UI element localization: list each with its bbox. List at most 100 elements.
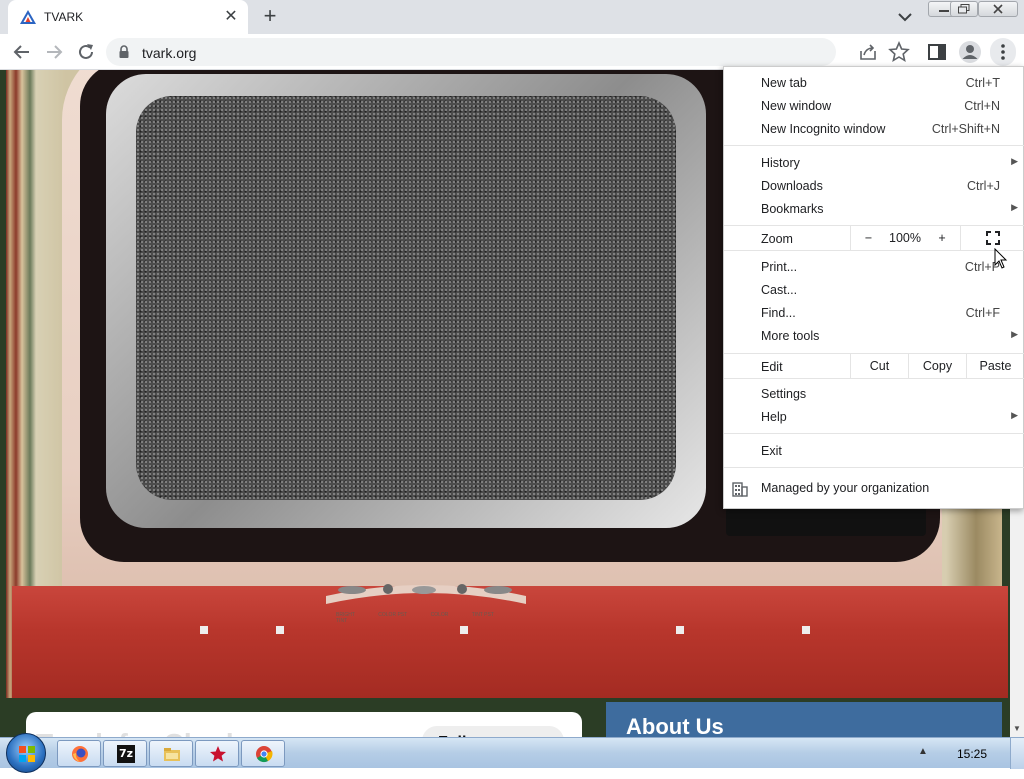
submenu-arrow-icon: ▶ — [1011, 202, 1018, 212]
back-arrow-icon[interactable] — [9, 39, 35, 65]
about-panel: About Us — [606, 702, 1002, 737]
menu-item-cast[interactable]: Cast... — [724, 279, 1024, 302]
submenu-arrow-icon: ▶ — [1011, 156, 1018, 166]
zoom-in-button[interactable]: + — [924, 226, 960, 250]
menu-item-new-tab[interactable]: New tab Ctrl+T — [724, 72, 1024, 95]
tv-side-panel — [726, 506, 926, 536]
menu-item-help[interactable]: Help ▶ — [724, 406, 1024, 429]
follow-button[interactable]: Follow on Twitter — [422, 726, 564, 737]
chrome-icon — [256, 746, 273, 763]
menu-label: More tools — [761, 329, 820, 343]
menu-item-find[interactable]: Find... Ctrl+F — [724, 302, 1024, 325]
fullscreen-button[interactable] — [960, 226, 1024, 250]
menu-label: Zoom — [761, 232, 793, 246]
show-desktop-button[interactable] — [1010, 738, 1024, 769]
red-star-app-icon — [210, 746, 226, 762]
tv-foot — [460, 626, 468, 634]
menu-separator — [724, 433, 1024, 434]
forward-arrow-icon[interactable] — [41, 39, 67, 65]
tv-label-color: COLOR — [430, 612, 449, 618]
menu-label: History — [761, 156, 800, 170]
menu-label: Bookmarks — [761, 202, 824, 216]
menu-item-settings[interactable]: Settings — [724, 383, 1024, 406]
three-dots-vertical-icon — [1001, 44, 1005, 60]
tv-foot — [276, 626, 284, 634]
menu-separator — [724, 145, 1024, 146]
start-button[interactable] — [6, 733, 46, 773]
tab-search-chevron-down-icon[interactable] — [894, 6, 916, 28]
scroll-down-arrow-icon[interactable]: ▼ — [1010, 722, 1024, 736]
menu-label: Help — [761, 410, 787, 424]
mouse-cursor-icon — [994, 248, 1008, 269]
tvark-favicon-icon — [20, 10, 36, 24]
side-panel-icon[interactable] — [927, 42, 947, 62]
cut-button[interactable]: Cut — [850, 354, 908, 378]
menu-label: Print... — [761, 260, 798, 274]
close-icon — [993, 4, 1003, 14]
taskbar-app-chrome[interactable] — [241, 740, 285, 767]
menu-item-new-incognito-window[interactable]: New Incognito window Ctrl+Shift+N — [724, 118, 1024, 141]
tv-foot — [200, 626, 208, 634]
menu-row-zoom: Zoom − 100% + — [724, 226, 1024, 250]
profile-avatar-icon[interactable] — [958, 40, 982, 64]
menu-label: Exit — [761, 444, 782, 458]
submenu-arrow-icon: ▶ — [1011, 329, 1018, 339]
file-explorer-icon — [164, 748, 180, 761]
reload-icon[interactable] — [73, 39, 99, 65]
menu-label: New Incognito window — [761, 122, 886, 136]
new-tab-button[interactable]: + — [258, 4, 282, 28]
lock-icon[interactable] — [118, 45, 130, 59]
brand-card: Tvark for Chad Follow on Twitter — [26, 712, 582, 737]
menu-item-new-window[interactable]: New window Ctrl+N — [724, 95, 1024, 118]
tab-tvark[interactable]: TVARK ✕ — [8, 0, 248, 34]
menu-separator — [724, 250, 1024, 251]
show-hidden-icons-arrow-icon[interactable]: ▲ — [918, 746, 928, 757]
submenu-arrow-icon: ▶ — [1011, 410, 1018, 420]
menu-item-history[interactable]: History ▶ — [724, 152, 1024, 175]
tv-foot — [676, 626, 684, 634]
bookmark-star-icon[interactable] — [888, 41, 910, 63]
menu-shortcut: Ctrl+J — [967, 179, 1000, 193]
menu-item-more-tools[interactable]: More tools ▶ — [724, 325, 1024, 348]
menu-row-edit: Edit Cut Copy Paste — [724, 354, 1024, 378]
menu-label: Edit — [761, 360, 783, 374]
menu-item-exit[interactable]: Exit — [724, 440, 1024, 463]
chrome-main-menu: New tab Ctrl+T New window Ctrl+N New Inc… — [723, 66, 1024, 509]
menu-label: Find... — [761, 306, 796, 320]
brand-heading: Tvark for Chad — [36, 728, 234, 737]
7zip-icon: 7z — [117, 745, 135, 763]
menu-item-print[interactable]: Print... Ctrl+P — [724, 256, 1024, 279]
tv-static-screen — [136, 96, 676, 500]
url-text[interactable]: tvark.org — [142, 45, 196, 61]
menu-label: Downloads — [761, 179, 823, 193]
window-restore-button[interactable] — [950, 1, 978, 17]
menu-shortcut: Ctrl+F — [965, 306, 1000, 320]
zoom-level: 100% — [889, 231, 921, 245]
zoom-out-button[interactable]: − — [850, 226, 886, 250]
menu-item-downloads[interactable]: Downloads Ctrl+J — [724, 175, 1024, 198]
paste-button[interactable]: Paste — [966, 354, 1024, 378]
address-bar[interactable]: tvark.org — [106, 38, 836, 66]
taskbar-app-7zip[interactable]: 7z — [103, 740, 147, 767]
window-close-button[interactable] — [978, 1, 1018, 17]
chrome-menu-button[interactable] — [990, 38, 1016, 66]
tab-strip: TVARK ✕ + — [0, 0, 1024, 34]
menu-separator — [724, 467, 1024, 468]
taskbar-clock[interactable]: 15:25 — [957, 747, 987, 761]
building-icon — [732, 482, 748, 497]
fullscreen-icon — [985, 231, 1000, 245]
menu-label: New tab — [761, 76, 807, 90]
menu-label: Cast... — [761, 283, 798, 297]
menu-shortcut: Ctrl+T — [965, 76, 1000, 90]
copy-button[interactable]: Copy — [908, 354, 966, 378]
menu-item-bookmarks[interactable]: Bookmarks ▶ — [724, 198, 1024, 221]
menu-shortcut: Ctrl+Shift+N — [931, 122, 1000, 136]
tv-foot — [802, 626, 810, 634]
share-icon[interactable] — [857, 41, 879, 63]
menu-item-managed-by-organization[interactable]: Managed by your organization — [724, 477, 1024, 500]
taskbar-app-red-star[interactable] — [195, 740, 239, 767]
tab-close-icon[interactable]: ✕ — [222, 8, 240, 26]
taskbar-app-file-explorer[interactable] — [149, 740, 193, 767]
taskbar-app-firefox[interactable] — [57, 740, 101, 767]
firefox-icon — [72, 746, 88, 762]
